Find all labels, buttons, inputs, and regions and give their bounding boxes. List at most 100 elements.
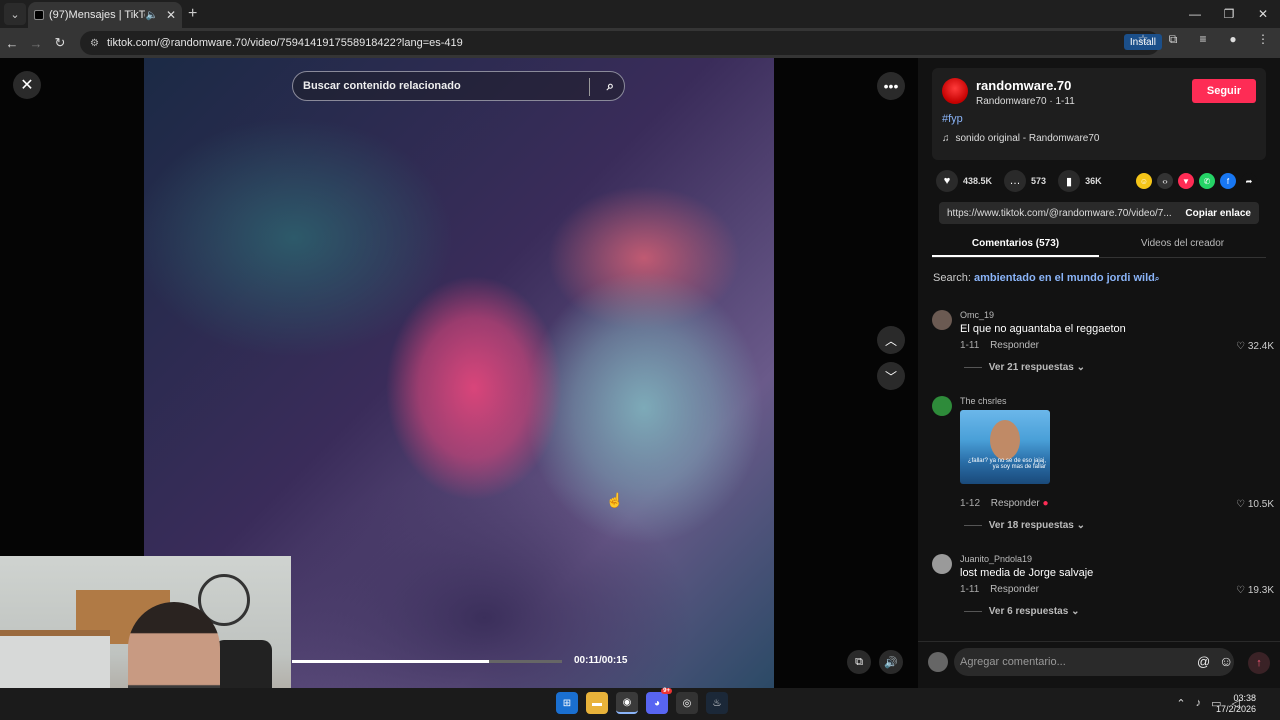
browser-tab[interactable]: (97)Mensajes | TikTok 🔈 ✕ <box>28 2 182 28</box>
reply-button[interactable]: Responder <box>991 498 1040 509</box>
like-stat[interactable]: ♥ 438.5K <box>936 170 992 192</box>
follow-label: Seguir <box>1206 85 1242 97</box>
comment-username[interactable]: The chsrles <box>960 396 1007 406</box>
save-count: 36K <box>1085 176 1102 186</box>
microphone-icon[interactable]: ♪ <box>1196 697 1202 710</box>
comment-input[interactable]: Agregar comentario... <box>954 648 1234 676</box>
copy-link-button[interactable]: Copiar enlace <box>1177 208 1259 219</box>
coin-icon[interactable]: ☺ <box>1136 173 1152 189</box>
reply-button[interactable]: Responder <box>990 584 1039 595</box>
floating-player-button[interactable]: ⧉ <box>847 650 871 674</box>
more-options-button[interactable]: ••• <box>877 72 905 100</box>
search-query[interactable]: ambientado en el mundo jordi wild <box>974 272 1155 284</box>
tab-comments[interactable]: Comentarios (573) <box>932 232 1099 257</box>
view-replies-label: Ver 18 respuestas <box>988 520 1074 531</box>
start-icon[interactable]: ⊞ <box>556 692 578 714</box>
replies-divider <box>964 366 982 368</box>
comment-icon[interactable]: … <box>1004 170 1027 192</box>
taskbar-apps: ⊞ ▬ ◉ ◕ 9+ ◎ ♨ <box>556 688 728 714</box>
address-toolbar: ← → ↻ ⚙ tiktok.com/@randomware.70/video/… <box>0 28 1280 58</box>
toolbar-actions: ☆ ⧉ ≡ ● ⋮ <box>1132 32 1274 47</box>
site-info-icon[interactable]: ⚙ <box>90 38 99 49</box>
commenter-avatar[interactable] <box>932 396 952 416</box>
video-progress-bar[interactable] <box>292 660 562 663</box>
author-username[interactable]: randomware.70 <box>976 78 1071 93</box>
discord-icon[interactable]: ◕ 9+ <box>646 688 672 714</box>
reload-button[interactable]: ↻ <box>48 35 72 51</box>
share-link-box: https://www.tiktok.com/@randomware.70/vi… <box>939 202 1259 224</box>
comment-like[interactable]: ♡ 19.3K <box>1236 585 1274 596</box>
comment-username[interactable]: Omc_19 <box>960 310 994 320</box>
extensions-icon[interactable]: ⧉ <box>1162 32 1184 47</box>
reply-button[interactable]: Responder <box>990 340 1039 351</box>
chrome-icon[interactable]: ◉ <box>616 692 638 714</box>
comment-like[interactable]: ♡ 10.5K <box>1236 499 1274 510</box>
search-suggestion[interactable]: Search: ambientado en el mundo jordi wil… <box>933 272 1159 284</box>
share-link-text[interactable]: https://www.tiktok.com/@randomware.70/vi… <box>947 208 1177 219</box>
commenter-avatar[interactable] <box>932 554 952 574</box>
heart-outline-icon[interactable]: ♡ <box>1236 499 1245 510</box>
heart-outline-icon[interactable]: ♡ <box>1236 341 1245 352</box>
commenter-avatar[interactable] <box>932 310 952 330</box>
windows-taskbar: ⊞ ▬ ◉ ◕ 9+ ◎ ♨ ⌃ ♪ ▭ ◁ 03:38 17/2/2026 <box>0 688 1280 720</box>
close-tab-icon[interactable]: ✕ <box>166 8 176 22</box>
heart-icon[interactable]: ♥ <box>936 170 958 192</box>
tray-overflow-icon[interactable]: ⌃ <box>1176 697 1185 710</box>
related-search-bar[interactable]: Buscar contenido relacionado ⌕ <box>292 71 625 101</box>
emoji-icon[interactable]: ☺ <box>1219 653 1233 669</box>
creator-liked-icon: ● <box>1042 498 1049 509</box>
volume-button[interactable]: 🔊 <box>879 650 903 674</box>
bookmark-icon[interactable]: ▮ <box>1058 170 1081 192</box>
browser-menu-icon[interactable]: ⋮ <box>1252 32 1274 47</box>
facebook-icon[interactable]: f <box>1220 173 1236 189</box>
tab-search-button[interactable]: ⌄ <box>4 3 26 25</box>
comment-stat[interactable]: … 573 <box>1004 170 1046 192</box>
heart-outline-icon[interactable]: ♡ <box>1236 585 1245 596</box>
view-replies-button[interactable]: Ver 18 respuestas ⌄ <box>964 520 1085 531</box>
taskbar-clock[interactable]: 03:38 17/2/2026 <box>1216 693 1256 715</box>
mention-icon[interactable]: @ <box>1197 654 1210 669</box>
profile-avatar[interactable]: ● <box>1222 32 1244 47</box>
audio-icon[interactable]: 🔈 <box>145 10 157 21</box>
close-video-button[interactable]: ✕ <box>13 71 41 99</box>
replies-divider <box>964 610 982 612</box>
forward-button[interactable]: → <box>24 36 48 51</box>
post-comment-button[interactable]: ↑ <box>1248 652 1270 674</box>
back-button[interactable]: ← <box>0 36 24 51</box>
restore-button[interactable]: ❐ <box>1212 7 1246 21</box>
follow-button[interactable]: Seguir <box>1192 79 1256 103</box>
minimize-button[interactable]: — <box>1178 7 1212 21</box>
comment-username[interactable]: Juanito_Pndola19 <box>960 554 1032 564</box>
view-replies-button[interactable]: Ver 21 respuestas ⌄ <box>964 362 1085 373</box>
comment-like[interactable]: ♡ 32.4K <box>1236 341 1274 352</box>
view-replies-label: Ver 6 respuestas <box>988 606 1069 617</box>
next-video-button[interactable]: ﹀ <box>877 362 905 390</box>
share-icons: ☺ ‹› ▼ ✆ f ➦ <box>1136 173 1257 189</box>
obs-icon[interactable]: ◎ <box>676 692 698 714</box>
bookmark-star-icon[interactable]: ☆ <box>1132 32 1154 47</box>
save-stat[interactable]: ▮ 36K <box>1058 170 1102 192</box>
comment-like-count: 10.5K <box>1247 499 1274 510</box>
previous-video-button[interactable]: ︿ <box>877 326 905 354</box>
share-arrow-icon[interactable]: ➦ <box>1241 173 1257 189</box>
embed-icon[interactable]: ‹› <box>1157 173 1173 189</box>
media-controls-icon[interactable]: ≡ <box>1192 32 1214 47</box>
view-replies-button[interactable]: Ver 6 respuestas ⌄ <box>964 606 1079 617</box>
new-tab-button[interactable]: + <box>188 5 197 23</box>
file-explorer-icon[interactable]: ▬ <box>586 692 608 714</box>
close-window-button[interactable]: ✕ <box>1246 7 1280 21</box>
author-avatar[interactable] <box>942 78 968 104</box>
image-face <box>990 420 1020 460</box>
hashtag-link[interactable]: #fyp <box>942 113 963 125</box>
url-input[interactable]: ⚙ tiktok.com/@randomware.70/video/759414… <box>80 31 1160 55</box>
tab-creator-videos[interactable]: Videos del creador <box>1099 232 1266 257</box>
sound-link[interactable]: ♫ sonido original - Randomware70 <box>942 133 1099 144</box>
replies-divider <box>964 524 982 526</box>
whatsapp-icon[interactable]: ✆ <box>1199 173 1215 189</box>
send-icon[interactable]: ▼ <box>1178 173 1194 189</box>
comment-image[interactable]: ¿fallar? ya no se de eso jajaj, ya soy m… <box>960 410 1050 484</box>
steam-icon[interactable]: ♨ <box>706 692 728 714</box>
comment-meta: 1-11 Responder <box>960 584 1039 595</box>
music-note-icon: ♫ <box>942 133 950 144</box>
search-icon[interactable]: ⌕ <box>607 78 614 94</box>
